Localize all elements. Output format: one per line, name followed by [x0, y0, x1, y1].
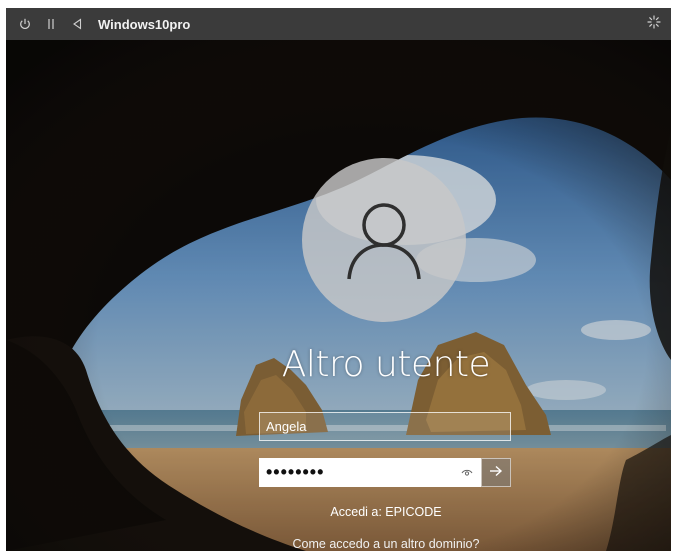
submit-button[interactable] [481, 458, 511, 487]
sign-in-to-domain: Accedi a: EPICODE [330, 505, 442, 519]
user-icon [339, 193, 429, 288]
back-icon[interactable] [64, 8, 90, 40]
vm-title: Windows10pro [98, 16, 191, 32]
username-input[interactable]: Angela [259, 412, 511, 441]
eye-icon[interactable] [460, 466, 474, 480]
vm-window: Windows10pro Altro utente Angela •••••••… [6, 8, 671, 551]
other-domain-link[interactable]: Come accedo a un altro dominio? [236, 537, 536, 551]
power-icon[interactable] [12, 8, 38, 40]
lock-screen-background: Altro utente Angela •••••••• Accedi a: E… [6, 40, 671, 551]
password-row: •••••••• [259, 458, 511, 487]
vm-toolbar: Windows10pro [6, 8, 671, 40]
pause-icon[interactable] [38, 8, 64, 40]
user-avatar [302, 158, 466, 322]
user-display-name: Altro utente [281, 344, 491, 385]
loading-icon [647, 14, 661, 34]
password-mask: •••••••• [266, 462, 325, 482]
password-input[interactable]: •••••••• [259, 458, 481, 487]
arrow-right-icon [489, 464, 503, 482]
